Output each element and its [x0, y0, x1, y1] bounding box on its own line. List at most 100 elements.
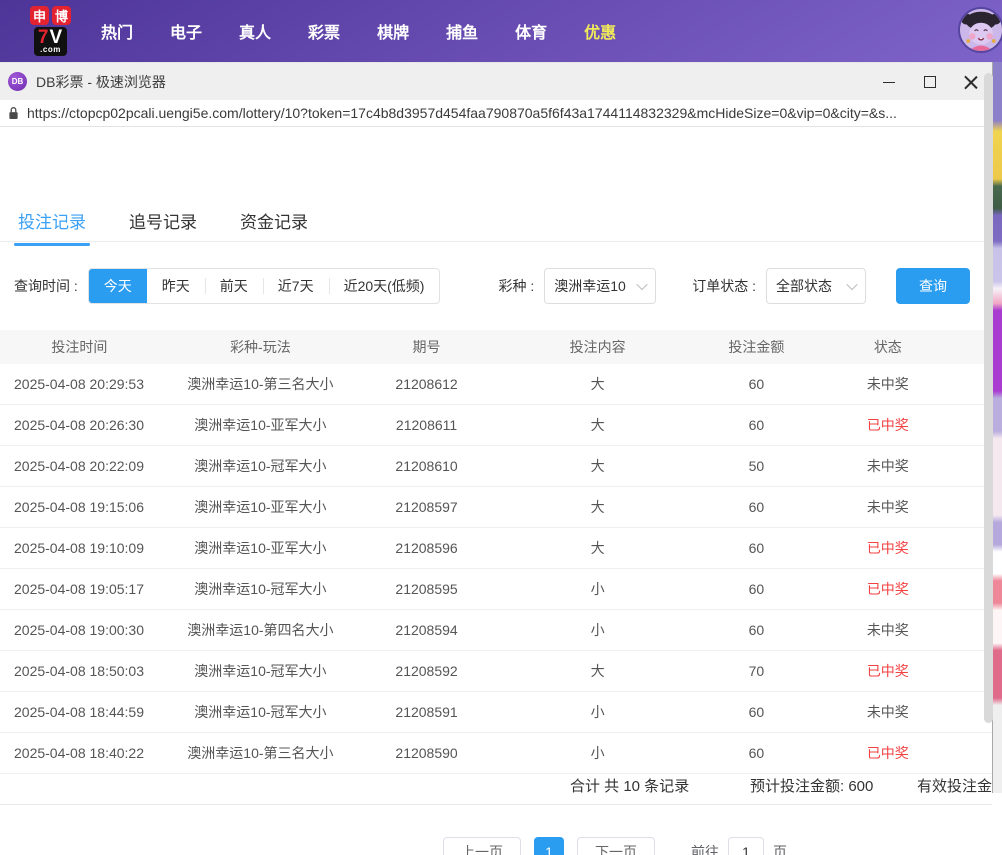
table-row: 2025-04-08 18:44:59 澳洲幸运10-冠军大小 21208591…	[0, 692, 992, 733]
main-nav: 热门 电子 真人 彩票 棋牌 捕鱼 体育 优惠	[101, 19, 616, 43]
bet-time: 2025-04-08 20:22:09	[0, 458, 159, 474]
tab-chase-records[interactable]: 追号记录	[125, 202, 201, 246]
bet-amount: 60	[704, 622, 808, 638]
game-play: 澳洲幸运10-亚军大小	[159, 538, 362, 558]
table-row: 2025-04-08 20:22:09 澳洲幸运10-冠军大小 21208610…	[0, 446, 992, 487]
status-badge: 未中奖	[808, 374, 967, 394]
issue-number: 21208611	[362, 417, 491, 433]
status-badge: 已中奖	[808, 415, 967, 435]
order-status-select[interactable]: 全部状态	[766, 268, 866, 304]
search-button[interactable]: 查询	[896, 268, 970, 304]
lottery-type-value: 澳洲幸运10	[554, 276, 626, 296]
col-game-play: 彩种-玩法	[159, 337, 362, 357]
time-option-20days[interactable]: 近20天(低频)	[329, 269, 440, 303]
window-title: DB彩票 - 极速浏览器	[36, 72, 166, 92]
window-controls	[882, 63, 978, 100]
bet-content: 小	[491, 743, 704, 763]
bet-content: 大	[491, 456, 704, 476]
status-badge: 已中奖	[808, 579, 967, 599]
nav-item-lottery[interactable]: 彩票	[308, 19, 340, 43]
query-time-label: 查询时间 :	[14, 276, 78, 296]
game-play: 澳洲幸运10-冠军大小	[159, 702, 362, 722]
status-badge: 未中奖	[808, 497, 967, 517]
record-tabs: 投注记录 追号记录 资金记录	[14, 202, 312, 246]
next-page-button[interactable]: 下一页	[577, 837, 655, 855]
table-row: 2025-04-08 19:05:17 澳洲幸运10-冠军大小 21208595…	[0, 569, 992, 610]
game-play: 澳洲幸运10-亚军大小	[159, 415, 362, 435]
bet-time: 2025-04-08 18:50:03	[0, 663, 159, 679]
tab-bet-records[interactable]: 投注记录	[14, 202, 90, 246]
tabs-divider	[0, 241, 992, 242]
bet-content: 小	[491, 702, 704, 722]
status-badge: 已中奖	[808, 743, 967, 763]
maximize-icon[interactable]	[923, 75, 937, 89]
nav-item-chess[interactable]: 棋牌	[377, 19, 409, 43]
lottery-records-page: 投注记录 追号记录 资金记录 查询时间 : 今天 昨天 前天 近7天 近20天(…	[0, 189, 992, 855]
col-bet-time: 投注时间	[0, 337, 159, 357]
col-status: 状态	[808, 337, 967, 357]
bet-content: 小	[491, 620, 704, 640]
lottery-type-select[interactable]: 澳洲幸运10	[544, 268, 656, 304]
chevron-down-icon	[846, 279, 857, 290]
table-row: 2025-04-08 19:00:30 澳洲幸运10-第四名大小 2120859…	[0, 610, 992, 651]
url-bar[interactable]: https://ctopcp02pcali.uengi5e.com/lotter…	[0, 100, 992, 127]
bet-content: 大	[491, 497, 704, 517]
bet-time: 2025-04-08 20:29:53	[0, 376, 159, 392]
bet-content: 小	[491, 579, 704, 599]
issue-number: 21208612	[362, 376, 491, 392]
prev-page-button[interactable]: 上一页	[443, 837, 521, 855]
nav-item-live[interactable]: 真人	[239, 19, 271, 43]
status-badge: 未中奖	[808, 456, 967, 476]
nav-item-sports[interactable]: 体育	[515, 19, 547, 43]
issue-number: 21208610	[362, 458, 491, 474]
status-badge: 未中奖	[808, 702, 967, 722]
time-option-7days[interactable]: 近7天	[263, 269, 329, 303]
browser-favicon-icon: DB	[8, 72, 27, 91]
close-icon[interactable]	[964, 75, 978, 89]
time-option-day-before[interactable]: 前天	[205, 269, 263, 303]
browser-titlebar[interactable]: DB DB彩票 - 极速浏览器	[0, 62, 992, 100]
issue-number: 21208590	[362, 745, 491, 761]
logo-suffix: .com	[40, 46, 61, 54]
issue-number: 21208591	[362, 704, 491, 720]
order-status-value: 全部状态	[776, 276, 832, 296]
bet-amount: 60	[704, 704, 808, 720]
table-row: 2025-04-08 20:26:30 澳洲幸运10-亚军大小 21208611…	[0, 405, 992, 446]
logo-box: 7V .com	[34, 27, 67, 56]
minimize-icon[interactable]	[882, 75, 896, 89]
nav-item-fishing[interactable]: 捕鱼	[446, 19, 478, 43]
current-page-button[interactable]: 1	[534, 837, 564, 855]
table-header: 投注时间 彩种-玩法 期号 投注内容 投注金额 状态	[0, 330, 992, 364]
logo-badges: 申 博	[30, 6, 71, 25]
tab-fund-records[interactable]: 资金记录	[236, 202, 312, 246]
col-bet-content: 投注内容	[491, 337, 704, 357]
nav-item-electronic[interactable]: 电子	[170, 19, 202, 43]
nav-item-hot[interactable]: 热门	[101, 19, 133, 43]
bet-time: 2025-04-08 19:05:17	[0, 581, 159, 597]
site-header: 申 博 7V .com 热门 电子 真人 彩票 棋牌 捕鱼 体育 优惠	[0, 0, 1002, 62]
table-row: 2025-04-08 20:29:53 澳洲幸运10-第三名大小 2120861…	[0, 364, 992, 405]
nav-item-promo[interactable]: 优惠	[584, 19, 616, 43]
browser-window: DB DB彩票 - 极速浏览器 https://ctopcp02pcali.ue…	[0, 62, 993, 793]
bet-amount: 60	[704, 745, 808, 761]
status-badge: 已中奖	[808, 661, 967, 681]
time-option-yesterday[interactable]: 昨天	[147, 269, 205, 303]
logo-badge-right: 博	[52, 6, 71, 25]
site-logo[interactable]: 申 博 7V .com	[30, 6, 71, 56]
game-play: 澳洲幸运10-第四名大小	[159, 620, 362, 640]
bet-amount: 60	[704, 499, 808, 515]
status-badge: 未中奖	[808, 620, 967, 640]
goto-page-input[interactable]	[728, 837, 764, 855]
goto-label: 前往	[691, 842, 719, 855]
page-unit-label: 页	[773, 842, 787, 855]
vertical-scrollbar[interactable]	[984, 73, 993, 723]
issue-number: 21208594	[362, 622, 491, 638]
user-avatar[interactable]	[958, 7, 1002, 53]
pagination: 上一页 1 下一页 前往 页	[443, 837, 787, 855]
time-option-today[interactable]: 今天	[89, 269, 147, 303]
table-row: 2025-04-08 19:15:06 澳洲幸运10-亚军大小 21208597…	[0, 487, 992, 528]
bet-amount: 60	[704, 417, 808, 433]
summary-bar: 合计 共 10 条记录 预计投注金额: 600 有效投注金额	[0, 764, 992, 805]
time-filter-group: 今天 昨天 前天 近7天 近20天(低频)	[88, 268, 441, 304]
bet-amount: 70	[704, 663, 808, 679]
